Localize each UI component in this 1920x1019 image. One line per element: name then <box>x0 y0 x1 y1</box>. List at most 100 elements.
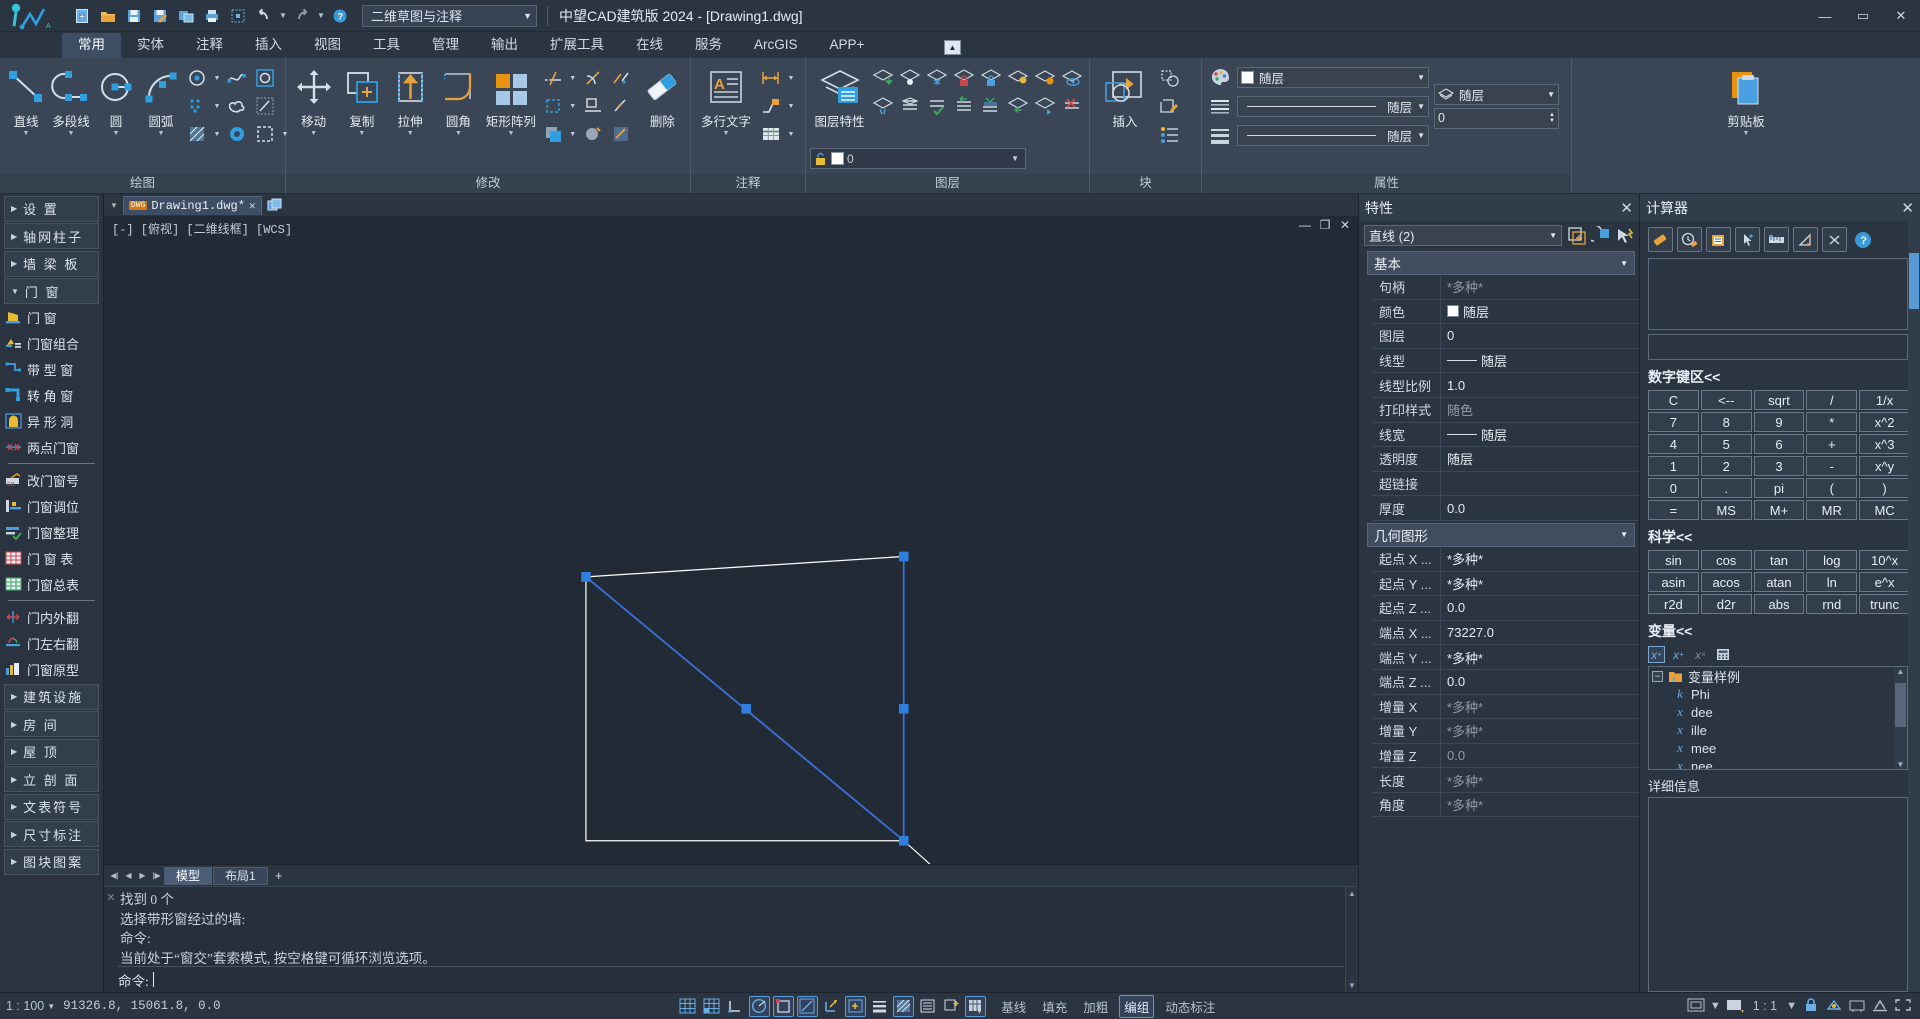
calc-key-cos[interactable]: cos <box>1700 550 1752 570</box>
dynamic-ucs-toggle[interactable] <box>821 996 842 1017</box>
calc-key-backspace[interactable]: <-- <box>1700 390 1752 410</box>
calc-key-reciprocal[interactable]: 1/x <box>1859 390 1910 410</box>
tab-zhushi[interactable]: 注释 <box>180 33 239 58</box>
sidebar-item-window-arrange[interactable]: 门窗整理 <box>0 519 103 545</box>
chevron-down-icon[interactable]: ▼ <box>68 130 75 137</box>
chevron-down-icon[interactable]: ▼ <box>568 131 578 138</box>
linear-dimension-icon[interactable] <box>758 65 784 91</box>
sidebar-group-room[interactable]: ▶ 房 间 <box>4 711 99 737</box>
calc-key-close-paren[interactable]: ) <box>1859 478 1910 498</box>
sidebar-item-window-prototype[interactable]: 门窗原型 <box>0 656 103 682</box>
baseline-toggle[interactable]: 基线 <box>996 997 1031 1016</box>
fullscreen-icon[interactable] <box>1894 997 1912 1016</box>
calc-key-cube[interactable]: x^3 <box>1859 434 1910 454</box>
bring-front-icon[interactable] <box>540 121 566 147</box>
property-value[interactable]: 随层 <box>1441 447 1639 471</box>
scroll-up-icon[interactable]: ▲ <box>1348 889 1356 898</box>
chevron-down-icon[interactable]: ▼ <box>1417 102 1425 111</box>
document-tab-drawing1[interactable]: DWG Drawing1.dwg* ✕ <box>122 195 262 215</box>
calc-key-MC[interactable]: MC <box>1859 500 1910 520</box>
science-section-label[interactable]: 科学<< <box>1640 520 1920 550</box>
calc-key-atan[interactable]: atan <box>1753 572 1805 592</box>
calc-key-ln[interactable]: ln <box>1806 572 1858 592</box>
transparency-toggle[interactable] <box>893 995 915 1017</box>
property-value[interactable]: *多种* <box>1441 645 1639 669</box>
calc-key-equals[interactable]: = <box>1648 500 1699 520</box>
calculator-input[interactable] <box>1648 334 1908 360</box>
detail-info-box[interactable] <box>1648 797 1908 992</box>
layer-delete-icon[interactable] <box>1059 92 1085 118</box>
calc-key-MR[interactable]: MR <box>1806 500 1858 520</box>
mtext-tool-button[interactable]: A 多行文字 ▼ <box>695 63 757 137</box>
group-toggle[interactable]: 编组 <box>1119 994 1155 1018</box>
layer-unlock-icon[interactable] <box>978 64 1004 90</box>
close-x-icon[interactable] <box>1822 227 1847 252</box>
close-command-line-icon[interactable]: ✕ <box>104 887 118 992</box>
calc-key-decimal[interactable]: . <box>1700 478 1752 498</box>
select-objects-icon[interactable] <box>1590 225 1610 245</box>
chevron-down-icon[interactable]: ▼ <box>1011 154 1023 163</box>
annotation-monitor-toggle[interactable] <box>941 996 962 1017</box>
chevron-down-icon[interactable]: ▼ <box>47 1002 55 1011</box>
chevron-down-icon[interactable]: ▼ <box>1786 1000 1797 1012</box>
explode-icon[interactable] <box>608 65 634 91</box>
stretch-tool-button[interactable]: 拉伸 ▼ <box>387 63 434 137</box>
property-value[interactable]: 0.0 <box>1441 744 1639 768</box>
isolate-objects-icon[interactable] <box>1825 997 1843 1016</box>
calc-key-7[interactable]: 7 <box>1648 412 1699 432</box>
scroll-tabs-first-icon[interactable]: ◀| <box>108 867 121 885</box>
section-header-basic[interactable]: 基本 ▼ <box>1367 251 1635 275</box>
chevron-down-icon[interactable]: ▼ <box>407 130 414 137</box>
property-value[interactable] <box>1441 472 1639 496</box>
property-value[interactable]: 73227.0 <box>1441 621 1639 645</box>
property-value[interactable]: 0 <box>1441 324 1639 348</box>
scroll-down-icon[interactable]: ▼ <box>1348 981 1356 990</box>
color-combo[interactable]: 随层 ▼ <box>1237 66 1429 88</box>
polyline-tool-button[interactable]: 多段线 ▼ <box>49 63 93 137</box>
layer-translate-icon[interactable] <box>978 92 1004 118</box>
chevron-down-icon[interactable]: ▼ <box>786 131 796 138</box>
tab-gongju[interactable]: 工具 <box>357 33 416 58</box>
sidebar-item-door-window[interactable]: 门 窗 <box>0 304 103 330</box>
calc-key-2[interactable]: 2 <box>1700 456 1752 476</box>
block-attributes-icon[interactable] <box>1157 121 1183 147</box>
layer-isolate-icon[interactable] <box>870 64 896 90</box>
layer-visibility-icon[interactable] <box>1059 64 1085 90</box>
calc-key-asin[interactable]: asin <box>1648 572 1699 592</box>
paste-icon[interactable] <box>1706 227 1731 252</box>
clipboard-button[interactable]: 剪贴板 ▼ <box>1718 63 1774 137</box>
tab-layout1[interactable]: 布局1 <box>213 866 268 885</box>
center-point-icon[interactable] <box>184 65 210 91</box>
sidebar-group-settings[interactable]: ▶ 设 置 <box>4 195 99 222</box>
variable-tree-scrollbar[interactable]: ▲ ▼ <box>1894 667 1907 769</box>
match-properties-icon[interactable] <box>608 121 634 147</box>
chevron-down-icon[interactable]: ▼ <box>1710 1000 1721 1012</box>
sidebar-item-shaped-hole[interactable]: 异 形 洞 <box>0 408 103 434</box>
new-variable-icon[interactable]: x + <box>1648 646 1665 663</box>
scroll-tabs-next-icon[interactable]: ▶ <box>136 867 149 885</box>
insert-block-button[interactable]: 插入 <box>1094 63 1156 130</box>
clear-icon[interactable] <box>1648 227 1673 252</box>
save-as-icon[interactable] <box>148 4 172 28</box>
scrollbar-thumb[interactable] <box>1909 253 1919 309</box>
layer-thaw-icon[interactable] <box>1032 64 1058 90</box>
sidebar-group-dimension[interactable]: ▶ 尺寸标注 <box>4 821 99 847</box>
chevron-down-icon[interactable]: ▼ <box>158 130 165 137</box>
variable-tree[interactable]: − x 变量样例 k Phi x dee x ille x mee x nee ▲ ▼ <box>1648 666 1908 770</box>
variable-item[interactable]: x nee <box>1649 757 1907 769</box>
sidebar-item-door-window-combo[interactable]: 门窗组合 <box>0 330 103 356</box>
layer-off-icon[interactable] <box>897 64 923 90</box>
chevron-down-icon[interactable]: ▼ <box>212 131 222 138</box>
chamfer-icon[interactable] <box>580 65 606 91</box>
chevron-down-icon[interactable]: ▼ <box>1547 90 1555 99</box>
undo-icon[interactable] <box>252 4 276 28</box>
copy-tool-button[interactable]: 复制 ▼ <box>338 63 385 137</box>
maximize-button[interactable]: ▭ <box>1844 0 1882 32</box>
sidebar-item-window-position[interactable]: 门窗调位 <box>0 493 103 519</box>
variable-item[interactable]: k Phi <box>1649 685 1907 703</box>
linetype-icon[interactable] <box>1207 93 1233 119</box>
calc-key-5[interactable]: 5 <box>1700 434 1752 454</box>
sidebar-group-building-facility[interactable]: ▶ 建筑设施 <box>4 683 99 710</box>
drawing-canvas[interactable]: [-] [俯视] [二维线框] [WCS] — ❐ ✕ <box>104 216 1358 864</box>
arc-tool-button[interactable]: 圆弧 ▼ <box>139 63 183 137</box>
